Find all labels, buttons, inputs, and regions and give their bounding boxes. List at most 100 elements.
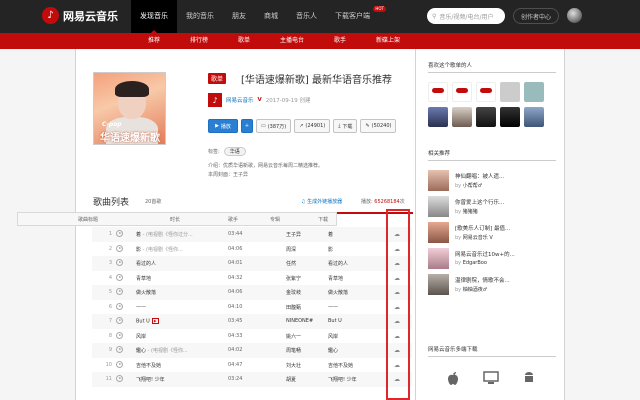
song-singer[interactable]: 任然 [286,260,326,267]
table-row[interactable]: 1着 - (电视剧《怪你过分... 03:44 王子异着 ☁ [92,227,412,242]
subnav-recommend[interactable]: 推荐 [148,33,160,49]
nav-discover[interactable]: 发现音乐 [131,0,177,33]
related-item-title[interactable]: 神仙翻唱：被人遗... [455,172,555,180]
song-title[interactable]: —— [136,304,224,310]
collect-button[interactable]: ▭ (387万) [256,119,292,133]
song-album[interactable]: 做火散落 [328,289,378,296]
song-album[interactable]: 影 [328,246,378,253]
song-name[interactable]: But U [136,319,150,325]
comment-button[interactable]: ✎ (50240) [360,119,397,133]
song-singer[interactable]: 王子异 [286,231,326,238]
download-button[interactable]: ⤓ 下载 [333,119,358,133]
row-play-icon[interactable] [116,346,123,353]
song-name[interactable]: 吉他不及她 [136,363,161,369]
related-item[interactable]: 网易云音乐过10w+的... by EdgarBoo [428,248,558,270]
apple-icon[interactable] [442,367,464,389]
table-row[interactable]: 9 鑑心 - (电视剧《怪你... 04:02 周笔畅 鑑心 ☁ [92,343,412,358]
song-album[interactable]: 看过的人 [328,260,378,267]
song-album[interactable]: 着 [328,231,378,238]
nav-mall[interactable]: 商城 [255,0,287,33]
nav-friends[interactable]: 朋友 [223,0,255,33]
liker-avatar[interactable] [524,82,544,102]
related-item[interactable]: 温律剧院，情歌不会... by 柚柚酒夜♂ [428,274,558,296]
song-name[interactable]: 飞翔吧! 少年 [136,377,165,383]
share-button[interactable]: ↗ (24901) [294,119,331,133]
table-row[interactable]: 6 —— 04:10 田馥甄 —— ☁ [92,300,412,315]
song-name[interactable]: 看过的人 [136,261,156,267]
song-title[interactable]: 飞翔吧! 少年 [136,376,224,383]
song-title[interactable]: 做火散落 [136,289,224,296]
related-cover[interactable] [428,196,449,217]
row-play-icon[interactable] [116,244,123,252]
subnav-playlists[interactable]: 歌单 [238,33,250,49]
song-name[interactable]: 风岸 [136,334,146,340]
song-singer[interactable]: 周笔畅 [286,347,326,354]
table-row[interactable]: 11 飞翔吧! 少年 03:24 胡夏 飞翔吧! 少年 ☁ [92,372,412,387]
liker-avatar[interactable] [452,107,472,127]
related-cover[interactable] [428,274,449,295]
related-item-user[interactable]: 柚柚酒夜♂ [463,287,487,293]
mv-icon[interactable]: ▶ [151,318,159,324]
add-to-queue-button[interactable]: + [241,119,253,133]
row-play-icon[interactable] [116,259,123,266]
row-play-icon[interactable] [116,317,123,324]
song-title[interactable]: 吉他不及她 [136,362,224,369]
song-album[interactable]: 飞翔吧! 少年 [328,376,378,383]
creator-avatar[interactable]: ♪ [208,93,222,107]
table-row[interactable]: 3 看过的人 04:01 任然 看过的人 ☁ [92,256,412,271]
related-item-title[interactable]: 网易云音乐过10w+的... [455,250,555,258]
search-input[interactable]: 音乐/视频/电台/用户 [439,12,493,21]
subnav-charts[interactable]: 排行榜 [190,33,208,49]
table-row[interactable]: 8 风岸 04:33 姚六一 风岸 ☁ [92,329,412,344]
song-title[interactable]: 着 - (电视剧《怪你过分... [136,231,224,238]
subnav-new-albums[interactable]: 新碟上架 [376,33,400,49]
row-play-icon[interactable] [116,288,123,295]
nav-my-music[interactable]: 我的音乐 [177,0,223,33]
song-name[interactable]: 做火散落 [136,290,156,296]
song-title[interactable]: 风岸 [136,333,224,340]
table-row[interactable]: 10 吉他不及她 04:47 刘大壮 吉他不及她 ☁ [92,358,412,373]
table-row[interactable]: 5 做火散落 04:06 金玟岐 做火散落 ☁ [92,285,412,300]
song-title[interactable]: 看过的人 [136,260,224,267]
song-album[interactable]: 风岸 [328,333,378,340]
row-play-icon[interactable] [116,302,123,310]
liker-avatar[interactable] [428,82,448,102]
android-icon[interactable] [518,367,540,389]
song-album[interactable]: —— [328,304,378,310]
song-title[interactable]: But U ▶ [136,318,224,325]
related-item-title[interactable]: 温律剧院，情歌不会... [455,276,555,284]
desktop-icon[interactable] [480,367,502,389]
nav-download-client[interactable]: 下载客户端 HOT [326,0,386,33]
liker-avatar[interactable] [500,82,520,102]
play-button[interactable]: ▶ 播放 [208,119,238,133]
related-item-user[interactable]: EdgarBoo [463,260,487,266]
song-name[interactable]: 青草地 [136,276,151,282]
song-album[interactable]: 吉他不及她 [328,362,378,369]
liker-avatar[interactable] [452,82,472,102]
song-name[interactable]: 鑑心 [136,348,146,354]
song-singer[interactable]: 刘大壮 [286,362,326,369]
related-item-title[interactable]: [歌美乐人订制] 最值... [455,224,555,232]
related-item[interactable]: 你曾爱上这个行乐... by 猪猪猪 [428,196,558,218]
liker-avatar[interactable] [524,107,544,127]
nav-musician[interactable]: 音乐人 [287,0,326,33]
external-player-link[interactable]: ♫ 生成外链播放器 [301,198,342,205]
subnav-radio[interactable]: 主播电台 [280,33,304,49]
row-play-icon[interactable] [116,375,123,382]
song-singer[interactable]: 金玟岐 [286,289,326,296]
liker-avatar[interactable] [476,82,496,102]
song-title[interactable]: 青草地 [136,275,224,282]
liker-avatar[interactable] [428,107,448,127]
related-item[interactable]: 神仙翻唱：被人遗... by 小帮帮♂ [428,170,558,192]
related-cover[interactable] [428,222,449,243]
song-album[interactable]: But U [328,318,378,324]
related-cover[interactable] [428,248,449,269]
related-item[interactable]: [歌美乐人订制] 最值... by 网易云音乐 V [428,222,558,244]
row-play-icon[interactable] [116,273,123,281]
song-singer[interactable]: 张紫宁 [286,275,326,282]
related-item-user[interactable]: 小帮帮♂ [463,183,482,189]
row-play-icon[interactable] [116,230,123,237]
table-row[interactable]: 2影 - (电视剧《怪你... 04:06 周深影 ☁ [92,242,412,257]
tag-chip[interactable]: 华语 [223,147,246,156]
user-avatar[interactable] [567,8,582,23]
